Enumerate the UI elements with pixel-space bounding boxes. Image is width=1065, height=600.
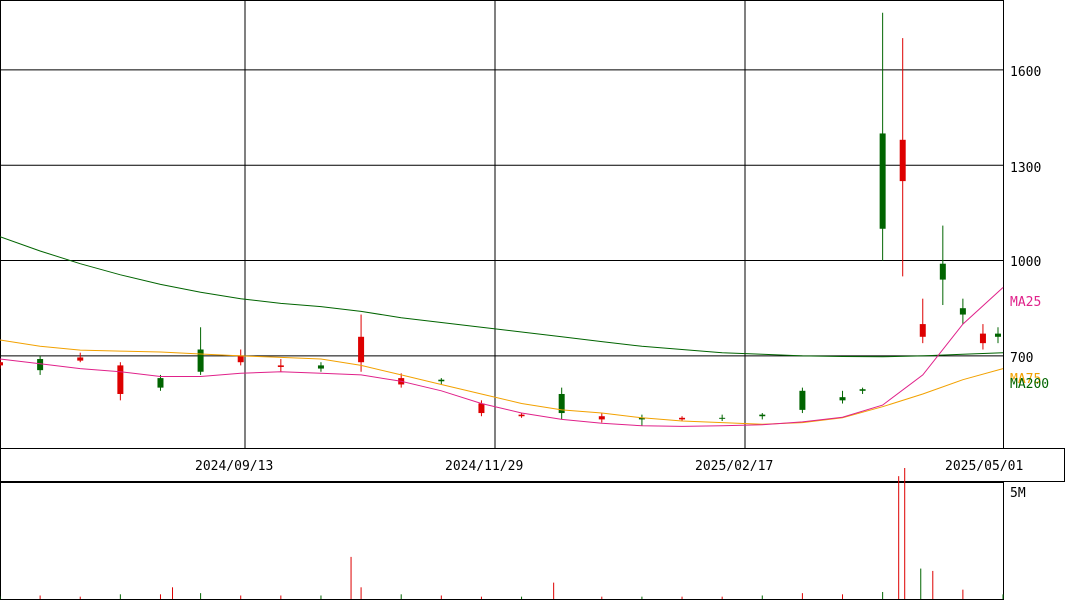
ma25-label: MA25 (1010, 295, 1041, 310)
candlestick-series (0, 12, 1001, 426)
date-label-2024-09-13: 2024/09/13 (195, 459, 273, 474)
candle-body-3 (117, 365, 124, 394)
candle-body-11 (438, 379, 445, 382)
candle-body-26 (939, 263, 946, 280)
candle-body-13 (518, 414, 525, 417)
ma200-label: MA200 (1010, 377, 1049, 392)
candle-body-20 (799, 390, 806, 410)
candle-body-5 (197, 349, 204, 372)
candle-body-19 (759, 414, 766, 417)
price-panel (0, 0, 1065, 482)
date-label-2025-02-17: 2025/02/17 (695, 459, 773, 474)
ma75-line (0, 339, 1004, 425)
candle-body-25 (919, 324, 926, 337)
moving-averages (0, 236, 1004, 427)
candle-body-0 (0, 362, 3, 366)
candle-body-2 (77, 357, 84, 361)
stock-chart: 700 1000 1300 1600 2024/09/13 2024/11/29… (0, 0, 1065, 600)
candle-body-7 (277, 365, 284, 367)
candle-body-12 (478, 403, 485, 414)
candle-body-17 (679, 417, 686, 420)
price-plot-border (0, 0, 1004, 449)
volume-panel (0, 467, 1004, 600)
candle-body-23 (879, 133, 886, 229)
date-label-2025-05-01: 2025/05/01 (945, 459, 1023, 474)
candle-body-28 (979, 333, 986, 344)
price-tick-1000: 1000 (1010, 255, 1041, 270)
date-label-2024-11-29: 2024/11/29 (445, 459, 523, 474)
candle-body-8 (317, 365, 324, 369)
volume-tick-5m: 5M (1010, 486, 1026, 501)
price-tick-1300: 1300 (1010, 161, 1041, 176)
volume-plot-border (0, 482, 1004, 600)
candle-body-18 (719, 417, 726, 419)
candle-body-27 (959, 308, 966, 315)
ma200-line (0, 236, 1004, 358)
price-tick-1600: 1600 (1010, 65, 1041, 80)
candle-body-9 (358, 336, 365, 363)
candle-body-22 (859, 389, 866, 391)
candle-body-4 (157, 378, 164, 388)
candle-body-15 (598, 416, 605, 420)
candle-body-24 (899, 139, 906, 182)
candle-body-21 (839, 397, 846, 401)
candle-body-29 (994, 333, 1001, 337)
candle-body-1 (37, 359, 44, 371)
candle-body-6 (237, 355, 244, 363)
price-tick-700: 700 (1010, 351, 1033, 366)
